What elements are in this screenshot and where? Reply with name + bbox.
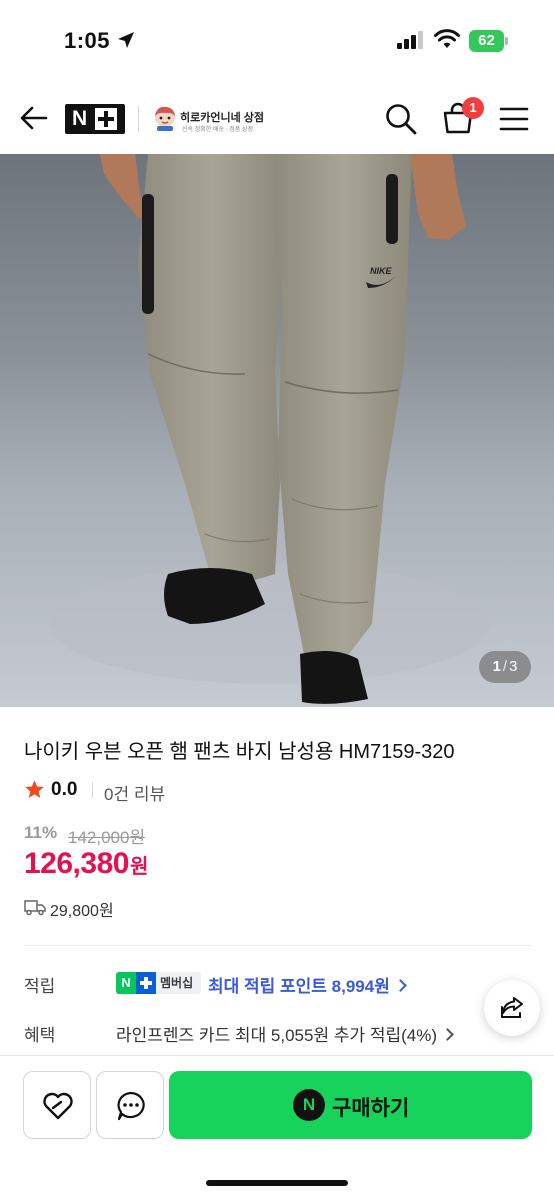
sale-price-unit: 원 <box>129 856 149 878</box>
logo-plus-icon <box>95 108 117 130</box>
max-points-text: 최대 적립 포인트 8,994원 <box>208 977 390 996</box>
star-icon <box>25 780 44 798</box>
benefit-label: 혜택 <box>24 1026 56 1045</box>
home-indicator[interactable] <box>206 1180 348 1186</box>
chat-bubble-icon <box>117 1091 145 1121</box>
product-logo-mark: NIKE <box>370 266 392 276</box>
heart-icon <box>43 1092 73 1120</box>
location-arrow-icon <box>118 32 134 48</box>
cart-count-badge: 1 <box>462 97 484 119</box>
naver-membership-badge: N 멤버십 <box>116 972 201 994</box>
top-nav: N 히로카언니네 상점 신속 정확한 배송 · 정품 상점 1 <box>0 80 554 156</box>
buy-button[interactable]: N 구매하기 <box>169 1071 532 1139</box>
product-title: 나이키 우븐 오픈 햄 팬츠 바지 남성용 HM7159-320 <box>24 741 455 763</box>
chevron-right-icon <box>441 1028 454 1041</box>
store-avatar[interactable] <box>151 104 179 132</box>
sale-price-value: 126,380 <box>24 847 129 880</box>
chat-button[interactable] <box>96 1071 164 1139</box>
original-price: 142,000원 <box>68 828 146 847</box>
nplus-store-logo[interactable]: N <box>65 104 125 134</box>
chevron-right-icon <box>393 979 407 992</box>
points-label: 적립 <box>24 977 56 996</box>
battery-indicator: 62 <box>469 30 509 52</box>
rating-divider <box>92 782 93 798</box>
image-page-counter: 1/3 <box>479 651 531 683</box>
card-benefit-link[interactable]: 라인프렌즈 카드 최대 5,055원 추가 적립(4%) <box>116 1021 454 1046</box>
image-total-count: 3 <box>509 658 518 675</box>
store-name[interactable]: 히로카언니네 상점 <box>180 109 264 125</box>
buy-button-label: 구매하기 <box>332 1097 410 1120</box>
rating-value: 0.0 <box>51 779 78 800</box>
battery-level: 62 <box>478 32 495 49</box>
share-button[interactable] <box>484 980 540 1036</box>
naver-n-icon: N <box>116 972 136 994</box>
wifi-icon <box>434 29 460 48</box>
discount-rate: 11% <box>24 823 58 842</box>
header-divider <box>138 106 139 132</box>
bottom-action-bar: N 구매하기 <box>0 1055 554 1200</box>
status-time: 1:05 <box>64 28 111 53</box>
shipping-fee: 29,800원 <box>50 903 114 920</box>
hamburger-menu-icon[interactable] <box>498 104 530 134</box>
plus-icon <box>136 972 156 994</box>
delivery-truck-icon <box>24 900 46 916</box>
store-subtitle: 신속 정확한 배송 · 정품 상점 <box>182 127 254 133</box>
section-divider <box>24 945 532 946</box>
product-photo <box>50 154 490 704</box>
back-arrow-icon[interactable] <box>18 102 50 134</box>
image-counter-separator: / <box>502 658 508 675</box>
sale-price: 126,380원 <box>24 847 148 881</box>
card-benefit-text: 라인프렌즈 카드 최대 5,055원 추가 적립(4%) <box>116 1026 438 1045</box>
review-count-link[interactable]: 0건 리뷰 <box>104 780 165 805</box>
naver-pay-icon: N <box>293 1089 325 1121</box>
share-icon <box>501 997 523 1018</box>
image-current-index: 1 <box>492 658 501 675</box>
max-points-link[interactable]: 최대 적립 포인트 8,994원 <box>208 972 407 997</box>
wishlist-button[interactable] <box>23 1071 91 1139</box>
logo-letter: N <box>72 107 88 130</box>
product-image[interactable]: NIKE <box>0 154 554 707</box>
membership-text: 멤버십 <box>160 976 194 990</box>
search-icon[interactable] <box>384 102 418 136</box>
cellular-signal-icon <box>397 31 423 49</box>
status-bar: 1:05 62 <box>0 0 554 80</box>
